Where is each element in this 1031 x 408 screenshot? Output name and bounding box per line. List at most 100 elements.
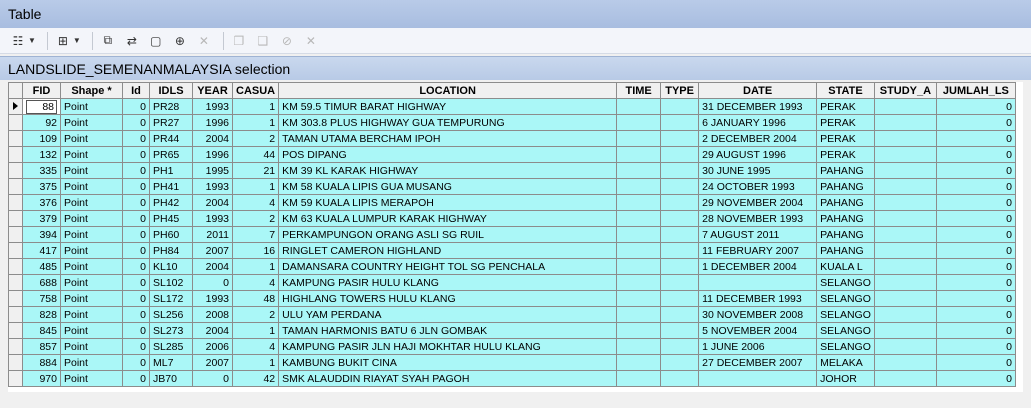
table-row[interactable]: 88 Point 0 PR28 1993 1 KM 59.5 TIMUR BARAT HIG… [8, 98, 1016, 115]
table-cell[interactable]: PAHANG [816, 162, 875, 179]
table-cell[interactable]: 0 [935, 274, 1016, 291]
table-cell[interactable]: 0 [122, 290, 150, 307]
table-cell[interactable]: 2 [231, 130, 280, 147]
table-cell[interactable]: 1 JUNE 2006 [698, 338, 818, 355]
column-header-jumlah-ls[interactable]: JUMLAH_LS [935, 82, 1016, 99]
table-cell[interactable]: PAHANG [816, 242, 875, 259]
column-header-location[interactable]: LOCATION [278, 82, 618, 99]
row-selector[interactable] [8, 162, 23, 179]
table-cell[interactable]: 1993 [192, 290, 233, 307]
table-row[interactable]: 417 Point 0 PH84 2007 16 RINGLET CAMERON HIGHL… [8, 242, 1016, 259]
column-header-idls[interactable]: IDLS [149, 82, 193, 99]
table-cell[interactable] [616, 338, 662, 355]
chevron-down-icon[interactable]: ▼ [73, 36, 81, 45]
table-cell[interactable]: 92 [22, 114, 61, 131]
row-selector[interactable] [8, 274, 23, 291]
table-cell[interactable] [873, 274, 937, 291]
table-cell[interactable] [616, 210, 662, 227]
select-by-attributes-icon[interactable]: ⧉ [98, 31, 118, 51]
table-cell[interactable]: Point [60, 98, 123, 115]
table-row[interactable]: 758 Point 0 SL172 1993 48 HIGHLANG TOWERS HULU… [8, 290, 1016, 307]
table-cell[interactable]: 6 JANUARY 1996 [698, 114, 818, 131]
table-cell[interactable]: KL10 [149, 258, 193, 275]
delete-icon[interactable]: ✕ [301, 31, 321, 51]
table-cell[interactable]: 758 [22, 290, 61, 307]
table-cell[interactable] [616, 114, 662, 131]
table-cell[interactable]: 0 [122, 162, 150, 179]
table-cell[interactable]: Point [60, 146, 123, 163]
table-cell[interactable]: Point [60, 370, 123, 387]
table-cell[interactable] [660, 114, 700, 131]
table-cell[interactable] [616, 306, 662, 323]
table-row[interactable]: 485 Point 0 KL10 2004 1 DAMANSARA COUNTRY HEIG… [8, 258, 1016, 275]
column-header-time[interactable]: TIME [616, 82, 662, 99]
table-cell[interactable]: 1 [231, 322, 280, 339]
table-cell[interactable]: Point [60, 354, 123, 371]
table-cell[interactable]: KM 63 KUALA LUMPUR KARAK HIGHWAY [278, 210, 618, 227]
row-selector[interactable] [8, 194, 23, 211]
table-cell[interactable]: 2008 [192, 306, 233, 323]
table-cell[interactable] [873, 162, 937, 179]
table-cell[interactable] [660, 258, 700, 275]
column-header-type[interactable]: TYPE [660, 82, 700, 99]
table-row[interactable]: 132 Point 0 PR65 1996 44 POS DIPANG 29 AUGUST 1… [8, 146, 1016, 163]
column-header-date[interactable]: DATE [698, 82, 818, 99]
table-cell[interactable]: POS DIPANG [278, 146, 618, 163]
table-cell[interactable]: 44 [231, 146, 280, 163]
table-cell[interactable]: 48 [231, 290, 280, 307]
row-selector[interactable] [8, 306, 23, 323]
row-selector[interactable] [8, 322, 23, 339]
table-cell[interactable]: 379 [22, 210, 61, 227]
row-selector[interactable] [8, 130, 23, 147]
row-selector[interactable] [8, 226, 23, 243]
table-cell[interactable]: 5 NOVEMBER 2004 [698, 322, 818, 339]
table-cell[interactable] [873, 242, 937, 259]
row-selector[interactable] [8, 354, 23, 371]
table-cell[interactable]: 30 JUNE 1995 [698, 162, 818, 179]
table-cell[interactable]: 1995 [192, 162, 233, 179]
table-cell[interactable]: PERAK [816, 98, 875, 115]
table-cell[interactable]: 1 [231, 98, 280, 115]
table-cell[interactable] [873, 114, 937, 131]
table-cell[interactable]: Point [60, 242, 123, 259]
table-cell[interactable] [616, 130, 662, 147]
table-cell[interactable]: 376 [22, 194, 61, 211]
table-cell[interactable] [873, 354, 937, 371]
table-cell[interactable]: 0 [935, 354, 1016, 371]
table-cell[interactable]: 0 [935, 146, 1016, 163]
table-cell[interactable]: 21 [231, 162, 280, 179]
table-cell[interactable]: 2004 [192, 322, 233, 339]
table-cell[interactable]: 0 [122, 338, 150, 355]
table-cell[interactable]: SMK ALAUDDIN RIAYAT SYAH PAGOH [278, 370, 618, 387]
paste-icon[interactable]: ❑ [253, 31, 273, 51]
row-selector[interactable] [8, 114, 23, 131]
table-cell[interactable]: PR65 [149, 146, 193, 163]
table-tab-title[interactable]: LANDSLIDE_SEMENANMALAYSIA selection [0, 56, 1031, 80]
table-cell[interactable]: 1 DECEMBER 2004 [698, 258, 818, 275]
zoom-icon[interactable]: ⊘ [277, 31, 297, 51]
table-cell[interactable]: 0 [122, 306, 150, 323]
table-cell[interactable] [616, 178, 662, 195]
table-cell[interactable]: Point [60, 130, 123, 147]
row-selector[interactable] [8, 146, 23, 163]
table-cell[interactable]: 0 [122, 146, 150, 163]
table-row[interactable]: 375 Point 0 PH41 1993 1 KM 58 KUALA LIPIS GUA … [8, 178, 1016, 195]
table-cell[interactable]: SL102 [149, 274, 193, 291]
table-cell[interactable]: 27 DECEMBER 2007 [698, 354, 818, 371]
active-cell[interactable]: 88 [26, 99, 57, 114]
table-cell[interactable]: 0 [122, 242, 150, 259]
table-cell[interactable]: Point [60, 274, 123, 291]
table-cell[interactable]: PH41 [149, 178, 193, 195]
table-cell[interactable]: 0 [122, 370, 150, 387]
row-selector[interactable] [8, 290, 23, 307]
table-cell[interactable]: KM 39 KL KARAK HIGHWAY [278, 162, 618, 179]
table-cell[interactable]: 2004 [192, 194, 233, 211]
table-cell[interactable] [660, 322, 700, 339]
table-cell[interactable]: 0 [122, 258, 150, 275]
table-cell[interactable]: 394 [22, 226, 61, 243]
table-cell[interactable]: 29 NOVEMBER 2004 [698, 194, 818, 211]
row-selector[interactable] [8, 258, 23, 275]
table-cell[interactable] [698, 274, 818, 291]
table-cell[interactable]: 1 [231, 178, 280, 195]
table-cell[interactable]: ULU YAM PERDANA [278, 306, 618, 323]
